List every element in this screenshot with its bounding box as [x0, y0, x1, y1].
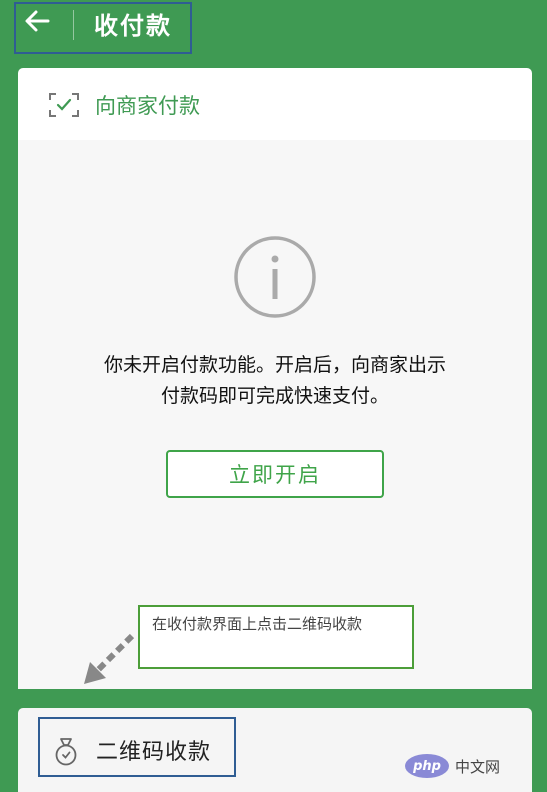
qr-receive-label[interactable]: 二维码收款 — [96, 734, 211, 766]
message-line-2: 付款码即可完成快速支付。 — [160, 385, 389, 407]
top-bar: 收付款 — [0, 0, 547, 56]
money-bag-icon — [55, 738, 77, 766]
merchant-payment-label: 向商家付款 — [95, 94, 200, 118]
annotation-callout: 在收付款界面上点击二维码收款 — [138, 605, 414, 669]
php-logo: php — [405, 754, 449, 778]
merchant-payment-card: 向商家付款 你未开启付款功能。开启后，向商家出示 付款码即可完成快速支付。 立即… — [18, 68, 532, 689]
scan-check-icon — [49, 93, 79, 117]
page-title: 收付款 — [94, 12, 172, 40]
header-divider — [73, 10, 74, 40]
payment-disabled-message: 你未开启付款功能。开启后，向商家出示 付款码即可完成快速支付。 — [48, 350, 502, 412]
arrow-left-icon[interactable] — [22, 6, 52, 36]
watermark: php 中文网 — [405, 748, 543, 784]
enable-now-button[interactable]: 立即开启 — [166, 450, 384, 498]
dashed-arrow-icon — [84, 633, 135, 684]
watermark-text: 中文网 — [455, 757, 501, 776]
merchant-payment-header[interactable]: 向商家付款 — [18, 68, 532, 140]
message-line-1: 你未开启付款功能。开启后，向商家出示 — [103, 354, 446, 376]
info-circle-icon — [234, 236, 316, 318]
